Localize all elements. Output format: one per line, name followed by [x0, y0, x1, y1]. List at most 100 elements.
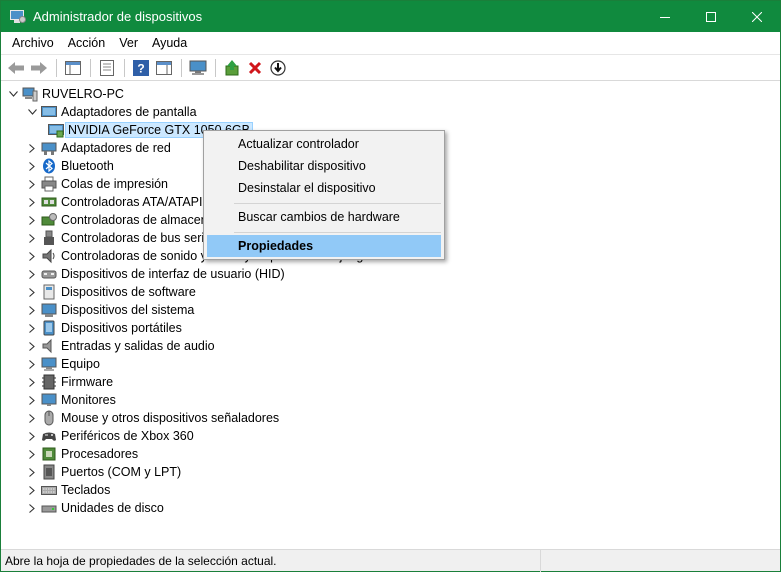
expand-chevron-icon[interactable] — [26, 409, 38, 427]
device-manager-app-icon[interactable] — [10, 9, 26, 25]
tree-category-label: Firmware — [61, 375, 114, 389]
expand-chevron-icon[interactable] — [26, 391, 38, 409]
show-hide-console-tree-icon — [65, 60, 81, 75]
tree-category-display-adapters[interactable]: Adaptadores de pantalla — [26, 103, 197, 121]
tree-category-monitors[interactable]: Monitores — [26, 391, 116, 409]
expand-chevron-icon[interactable] — [26, 319, 38, 337]
tree-root-node[interactable]: RUVELRO-PC — [7, 85, 124, 103]
device-manager-window: Administrador de dispositivos Archivo Ac… — [0, 0, 781, 572]
tree-category-software-devices[interactable]: Dispositivos de software — [26, 283, 196, 301]
disable-device-button[interactable] — [267, 57, 289, 79]
tree-category-audio-io[interactable]: Entradas y salidas de audio — [26, 337, 215, 355]
expand-chevron-icon[interactable] — [26, 337, 38, 355]
back-button[interactable] — [5, 57, 27, 79]
expand-chevron-icon[interactable] — [26, 355, 38, 373]
menu-bar: Archivo Acción Ver Ayuda — [1, 32, 780, 54]
expand-chevron-icon[interactable] — [26, 499, 38, 517]
scan-hardware-button[interactable] — [187, 57, 209, 79]
tree-category-label: Bluetooth — [61, 159, 114, 173]
toolbar-separator — [215, 58, 216, 77]
tree-category-bluetooth[interactable]: Bluetooth — [26, 157, 114, 175]
show-hide-console-tree-button[interactable] — [62, 57, 84, 79]
speaker-icon — [41, 248, 57, 264]
expand-chevron-icon[interactable] — [26, 427, 38, 445]
gamepad-icon — [41, 428, 57, 444]
processor-icon — [41, 446, 57, 462]
tree-category-hid[interactable]: Dispositivos de interfaz de usuario (HID… — [26, 265, 285, 283]
update-driver-button[interactable] — [221, 57, 243, 79]
expand-chevron-icon[interactable] — [26, 283, 38, 301]
expand-chevron-icon[interactable] — [26, 481, 38, 499]
expand-chevron-icon[interactable] — [26, 211, 38, 229]
properties-button[interactable] — [96, 57, 118, 79]
expand-chevron-icon[interactable] — [26, 139, 38, 157]
ctx-disable-device[interactable]: Deshabilitar dispositivo — [207, 155, 441, 177]
tree-category-system-devices[interactable]: Dispositivos del sistema — [26, 301, 194, 319]
status-bar-panel — [540, 550, 780, 572]
collapse-chevron-icon[interactable] — [7, 85, 19, 103]
tree-category-label: Teclados — [61, 483, 111, 497]
update-driver-icon — [225, 59, 239, 75]
forward-button[interactable] — [28, 57, 50, 79]
menu-accion[interactable]: Acción — [61, 36, 113, 50]
uninstall-button[interactable] — [244, 57, 266, 79]
audio-io-icon — [41, 338, 57, 354]
help-button[interactable]: ? — [130, 57, 152, 79]
expand-chevron-icon[interactable] — [26, 193, 38, 211]
action-pane-button[interactable] — [153, 57, 175, 79]
storage-controller-icon — [41, 212, 57, 228]
toolbar-separator — [56, 58, 57, 77]
tree-category-ide-controllers[interactable]: Controladoras ATA/ATAPI IDE — [26, 193, 227, 211]
expand-chevron-icon[interactable] — [26, 265, 38, 283]
maximize-button[interactable] — [688, 1, 734, 32]
expand-chevron-icon[interactable] — [26, 445, 38, 463]
tree-category-firmware[interactable]: Firmware — [26, 373, 113, 391]
software-device-icon — [41, 284, 57, 300]
tree-category-keyboards[interactable]: Teclados — [26, 481, 110, 499]
expand-chevron-icon[interactable] — [26, 247, 38, 265]
forward-arrow-icon — [31, 61, 47, 74]
ctx-uninstall-device[interactable]: Desinstalar el dispositivo — [207, 177, 441, 199]
ctx-update-driver[interactable]: Actualizar controlador — [207, 133, 441, 155]
tree-category-label: Dispositivos del sistema — [61, 303, 195, 317]
computer-icon — [22, 86, 38, 102]
tree-category-ports[interactable]: Puertos (COM y LPT) — [26, 463, 181, 481]
minimize-button[interactable] — [642, 1, 688, 32]
expand-chevron-icon[interactable] — [26, 157, 38, 175]
collapse-chevron-icon[interactable] — [26, 103, 38, 121]
tree-category-mice[interactable]: Mouse y otros dispositivos señaladores — [26, 409, 279, 427]
tree-root-label: RUVELRO-PC — [42, 87, 124, 101]
ctx-separator — [234, 203, 441, 204]
computer-icon — [41, 356, 57, 372]
menu-ver[interactable]: Ver — [112, 36, 145, 50]
ctx-scan-hardware-changes[interactable]: Buscar cambios de hardware — [207, 206, 441, 228]
tree-category-xbox-peripherals[interactable]: Periféricos de Xbox 360 — [26, 427, 194, 445]
menu-ayuda[interactable]: Ayuda — [145, 36, 194, 50]
mouse-icon — [41, 410, 57, 426]
tree-category-label: Puertos (COM y LPT) — [61, 465, 182, 479]
window-title: Administrador de dispositivos — [33, 9, 203, 24]
title-bar[interactable]: Administrador de dispositivos — [1, 1, 780, 32]
tree-category-network-adapters[interactable]: Adaptadores de red — [26, 139, 171, 157]
tree-category-processors[interactable]: Procesadores — [26, 445, 138, 463]
expand-chevron-icon[interactable] — [26, 301, 38, 319]
tree-category-disk-drives[interactable]: Unidades de disco — [26, 499, 164, 517]
uninstall-x-icon — [248, 61, 262, 74]
keyboard-icon — [41, 482, 57, 498]
tree-category-portable-devices[interactable]: Dispositivos portátiles — [26, 319, 182, 337]
expand-chevron-icon[interactable] — [26, 229, 38, 247]
ctx-properties[interactable]: Propiedades — [207, 235, 441, 257]
expand-chevron-icon[interactable] — [26, 373, 38, 391]
hid-icon — [41, 266, 57, 282]
help-icon: ? — [133, 59, 149, 76]
tree-category-label: Adaptadores de red — [61, 141, 171, 155]
tree-category-label: Periféricos de Xbox 360 — [61, 429, 194, 443]
tree-category-print-queues[interactable]: Colas de impresión — [26, 175, 168, 193]
close-icon — [752, 11, 762, 22]
expand-chevron-icon[interactable] — [26, 175, 38, 193]
expand-chevron-icon[interactable] — [26, 463, 38, 481]
menu-archivo[interactable]: Archivo — [5, 36, 61, 50]
close-button[interactable] — [734, 1, 780, 32]
bluetooth-icon — [41, 158, 57, 174]
tree-category-computer[interactable]: Equipo — [26, 355, 100, 373]
